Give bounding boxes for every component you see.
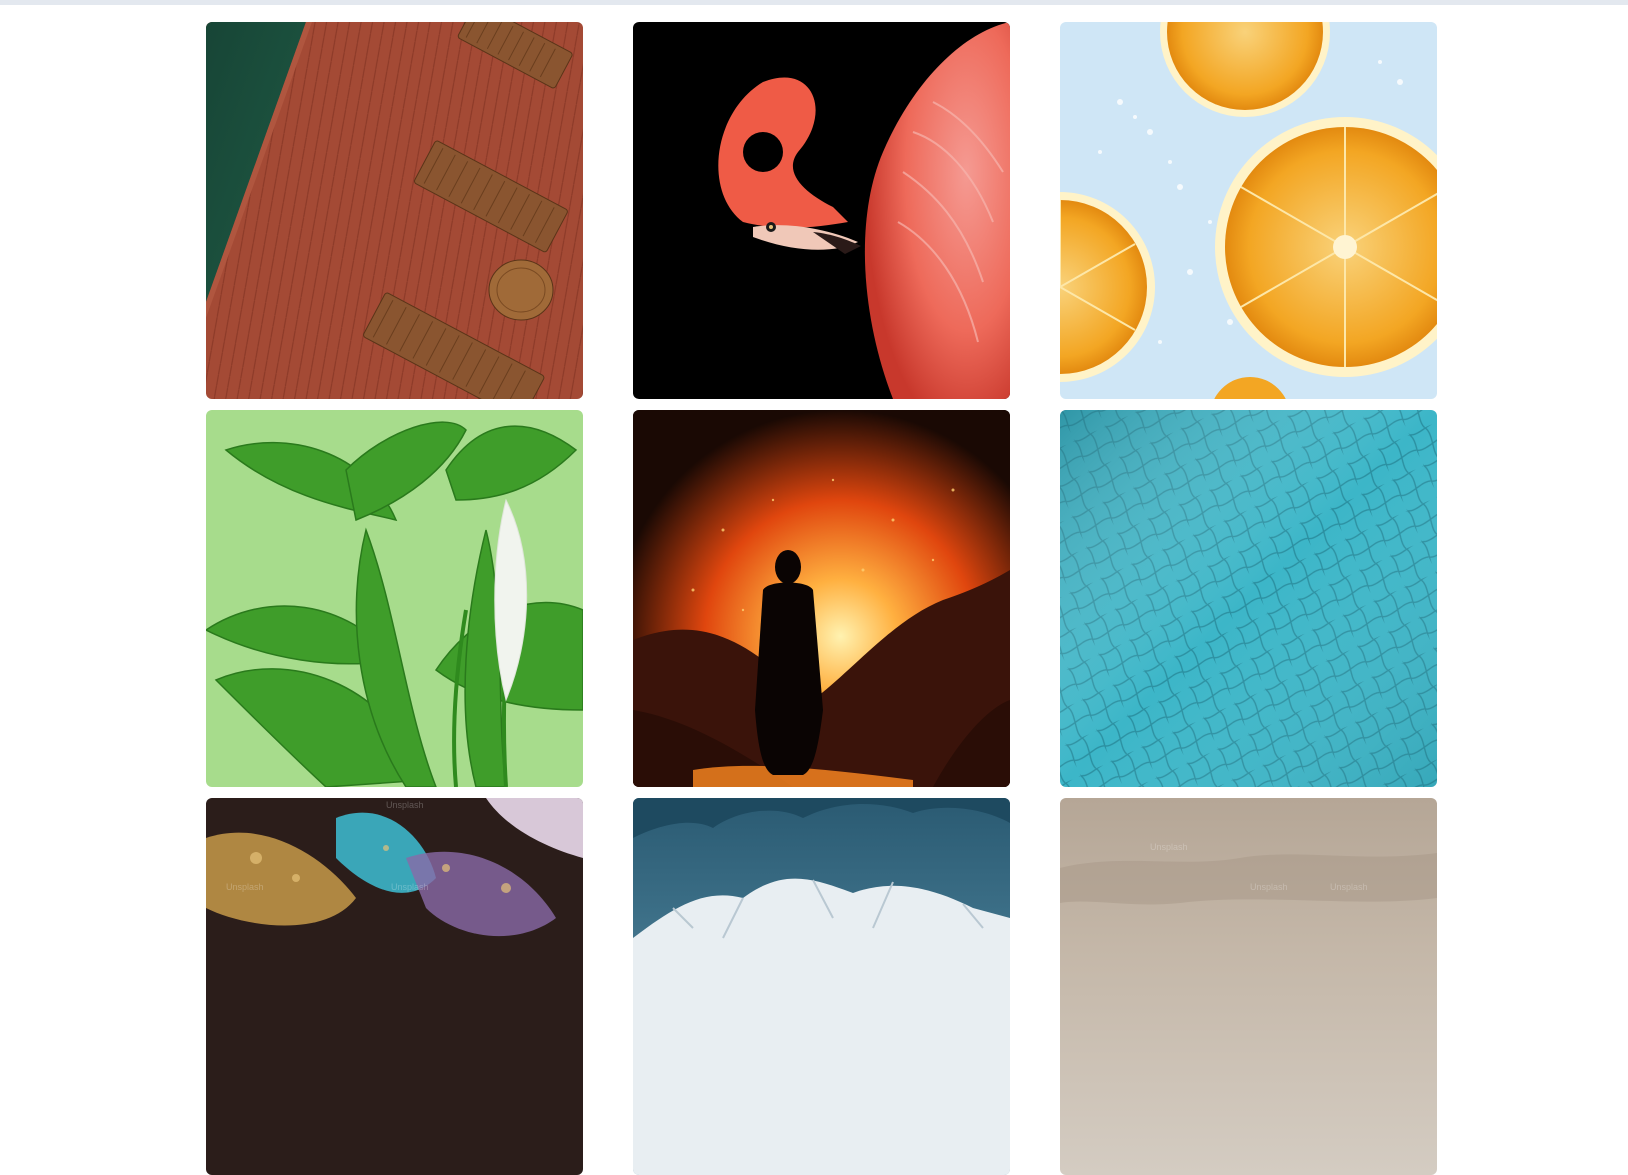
flamingo-image (633, 22, 1010, 399)
gallery-tile-fluid-art[interactable]: Unsplash Unsplash Unsplash (206, 798, 583, 1175)
gallery-tile-peace-lily[interactable] (206, 410, 583, 787)
volcano-image (633, 410, 1010, 787)
gallery-tile-volcano[interactable] (633, 410, 1010, 787)
gallery-tile-orange-slices[interactable] (1060, 22, 1437, 399)
pool-deck-image (206, 22, 583, 399)
gallery-tile-snowy-mountain[interactable] (633, 798, 1010, 1175)
pool-water-image (1060, 410, 1437, 787)
gallery-tile-pool-water[interactable] (1060, 410, 1437, 787)
fluid-art-image (206, 798, 583, 1175)
gallery-tile-cloudy-sky[interactable]: Unsplash Unsplash Unsplash (1060, 798, 1437, 1175)
top-scroll-bar (0, 0, 1628, 5)
snowy-mountain-image (633, 798, 1010, 1175)
gallery-tile-pool-deck[interactable] (206, 22, 583, 399)
image-gallery-grid: Unsplash Unsplash Unsplash Unsplash Unsp… (206, 22, 1437, 1175)
orange-slices-image (1060, 22, 1437, 399)
peace-lily-image (206, 410, 583, 787)
gallery-tile-flamingo[interactable] (633, 22, 1010, 399)
cloudy-sky-image (1060, 798, 1437, 1175)
